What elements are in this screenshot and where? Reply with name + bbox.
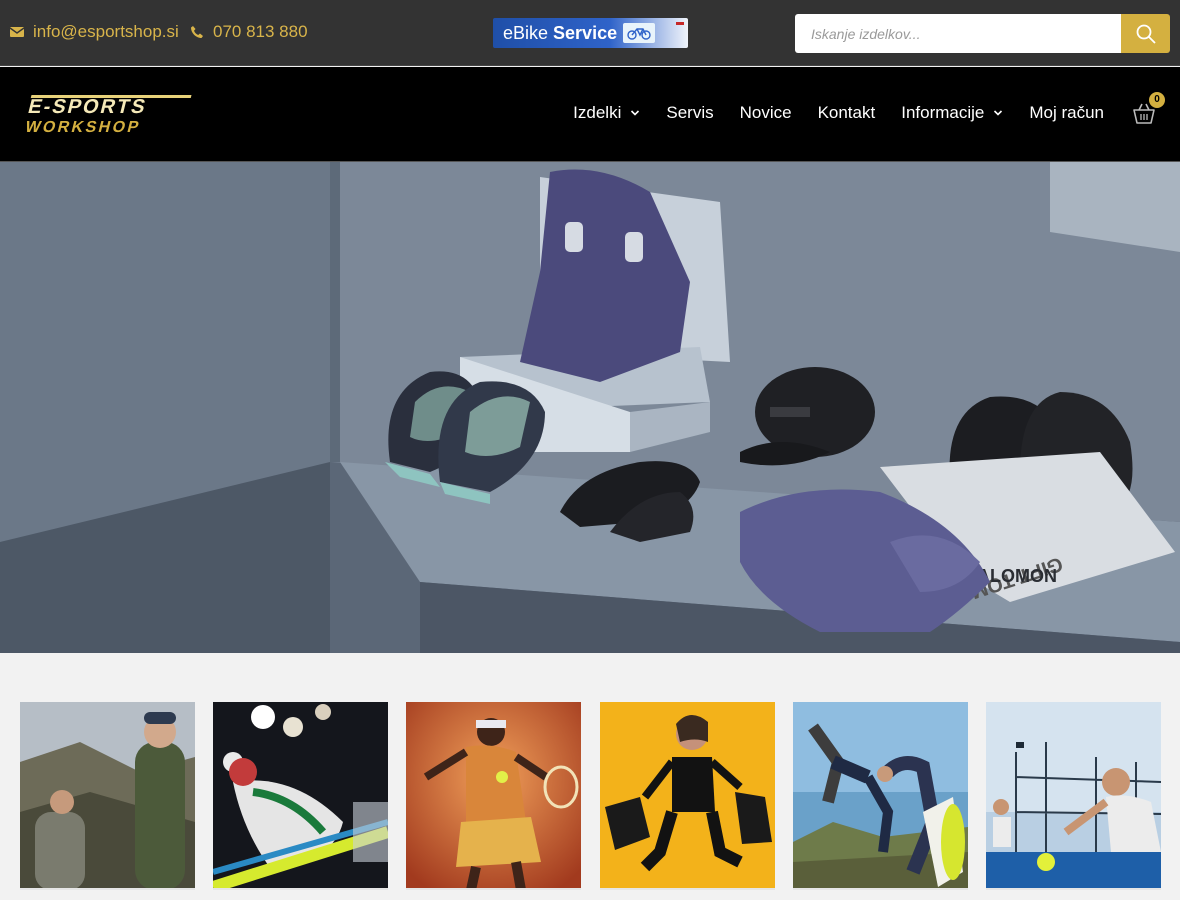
ebike-service-banner[interactable]: eBike Service (493, 18, 688, 48)
nav-item-label: Kontakt (817, 103, 876, 122)
phone-text: 070 813 880 (213, 22, 308, 41)
top-bar: info@esportshop.si 070 813 880 eBike Ser… (0, 0, 1180, 66)
phone-icon (191, 26, 203, 38)
chevron-down-icon (994, 110, 1003, 116)
tile-caption-strip (20, 888, 195, 890)
tile-caption-strip (793, 888, 968, 890)
nav-item-label: Izdelki (573, 103, 622, 122)
logo-text-workshop: WORKSHOP (26, 118, 143, 136)
esports-workshop-logo[interactable]: E-SPORTS WORKSHOP (26, 93, 192, 137)
category-tile-padel[interactable] (986, 702, 1161, 890)
email-text: info@esportshop.si (33, 22, 179, 41)
nav-item-label: Novice (739, 103, 792, 122)
search-icon (1136, 24, 1156, 44)
nav-item-kontakt[interactable]: Kontakt (818, 103, 876, 123)
ebike-service-label: Service (553, 22, 618, 43)
nav-item-informacije[interactable]: Informacije (901, 103, 1003, 123)
category-tile-ski[interactable] (213, 702, 388, 890)
phone-link[interactable]: 070 813 880 (190, 22, 308, 42)
category-image-padel (986, 702, 1161, 890)
hero-banner[interactable]: GIFT TOM SALOMON (0, 161, 1180, 653)
chevron-down-icon (631, 110, 640, 116)
ebike-label: eBike (503, 22, 549, 43)
category-image-shopping (600, 702, 775, 890)
category-tile-hiking[interactable] (20, 702, 195, 890)
nav-item-label: Servis (666, 103, 714, 122)
nav-item-label: Informacije (901, 103, 985, 122)
bike-icon (623, 23, 656, 43)
main-navbar: E-SPORTS WORKSHOP Izdelki Servis Novice … (0, 67, 1180, 161)
category-tile-trail-running[interactable] (793, 702, 968, 890)
category-image-trail-running (793, 702, 968, 890)
tile-caption-strip (406, 888, 581, 890)
tile-caption-strip (600, 888, 775, 890)
category-image-ski (213, 702, 388, 890)
envelope-icon (10, 27, 24, 37)
hero-image: GIFT TOM SALOMON (0, 162, 1180, 653)
tile-caption-strip (213, 888, 388, 890)
search-input[interactable] (795, 14, 1121, 53)
cart-count-badge: 0 (1149, 92, 1165, 108)
main-menu: Izdelki Servis Novice Kontakt Informacij… (547, 103, 1104, 123)
cart-button[interactable]: 0 (1132, 92, 1165, 127)
nav-item-novice[interactable]: Novice (740, 103, 792, 123)
logo-text-esports: E-SPORTS (26, 96, 149, 118)
tile-caption-strip (986, 888, 1161, 890)
category-image-hiking (20, 702, 195, 890)
search-bar (795, 14, 1170, 53)
nav-item-izdelki[interactable]: Izdelki (573, 103, 640, 123)
category-tile-shopping[interactable] (600, 702, 775, 890)
category-image-tennis (406, 702, 581, 890)
nav-item-moj-racun[interactable]: Moj račun (1029, 103, 1104, 123)
category-tile-tennis[interactable] (406, 702, 581, 890)
nav-item-servis[interactable]: Servis (666, 103, 713, 123)
email-link[interactable]: info@esportshop.si (10, 22, 179, 42)
search-button[interactable] (1121, 14, 1170, 53)
nav-item-label: Moj račun (1029, 103, 1104, 122)
category-tiles (0, 702, 1180, 900)
banner-flag (676, 22, 684, 25)
